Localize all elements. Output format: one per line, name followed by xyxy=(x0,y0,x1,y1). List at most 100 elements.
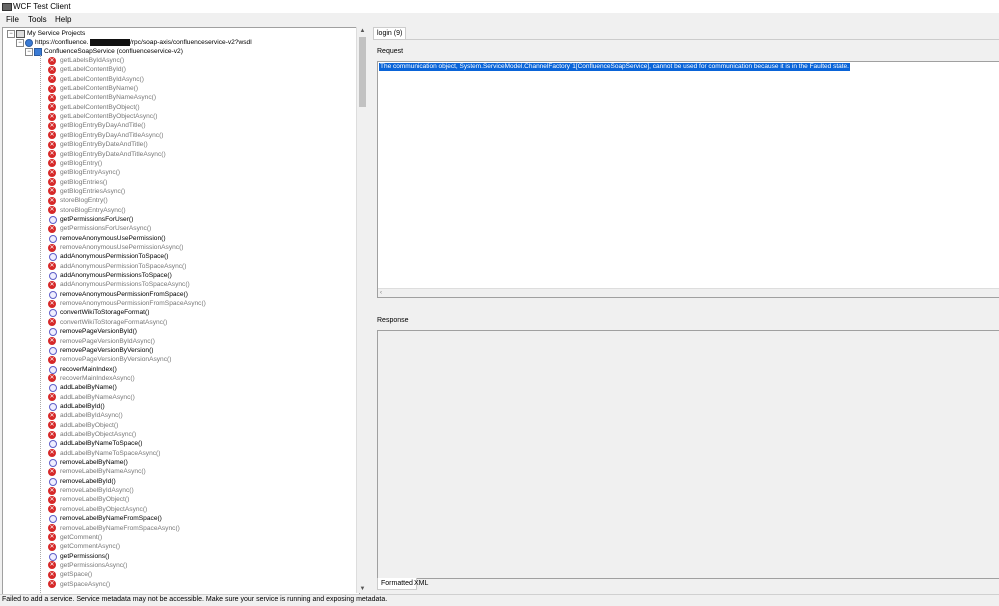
tree-operation-item[interactable]: ✕ removeLabelByObjectAsync() xyxy=(3,505,359,514)
operation-label: removeLabelByIdAsync() xyxy=(60,487,134,495)
tree-operation-item[interactable]: ✕ getLabelContentById() xyxy=(3,65,359,74)
tree-operation-item[interactable]: addLabelByNameToSpace() xyxy=(3,439,359,449)
menu-file[interactable]: File xyxy=(6,15,19,24)
tree-operation-item[interactable]: ✕ recoverMainIndexAsync() xyxy=(3,374,359,383)
operation-icon xyxy=(49,552,57,561)
tree-operation-item[interactable]: ✕ getComment() xyxy=(3,533,359,542)
tree-operation-item[interactable]: removeLabelById() xyxy=(3,477,359,486)
tree-operation-item[interactable]: ✕ removePageVersionByIdAsync() xyxy=(3,337,359,346)
operation-label: removeLabelByObject() xyxy=(60,496,130,504)
tree-operation-item[interactable]: removePageVersionById() xyxy=(3,327,359,337)
tree-operation-item[interactable]: convertWikiToStorageFormat() xyxy=(3,308,359,318)
tree-operation-item[interactable]: ✕ removeLabelByNameFromSpaceAsync() xyxy=(3,524,359,533)
tree-operation-item[interactable]: getPermissions() xyxy=(3,552,359,561)
tree-operation-item[interactable]: getPermissionsForUser() xyxy=(3,215,359,224)
tree-operation-item[interactable]: removeLabelByNameFromSpace() xyxy=(3,514,359,524)
request-error-text[interactable]: The communication object, System.Service… xyxy=(379,63,850,71)
collapse-icon[interactable]: − xyxy=(25,48,33,56)
tree-operation-item[interactable]: ✕ removeLabelByObject() xyxy=(3,495,359,504)
operation-label: getBlogEntriesAsync() xyxy=(60,187,126,195)
menu-help[interactable]: Help xyxy=(55,15,71,24)
scrollbar-thumb[interactable] xyxy=(359,37,366,107)
tree-operation-item[interactable]: ✕ removeAnonymousUsePermissionAsync() xyxy=(3,243,359,252)
operation-label: addAnonymousPermissionToSpace() xyxy=(60,253,169,261)
tree-operation-item[interactable]: ✕ getBlogEntriesAsync() xyxy=(3,187,359,196)
tree-operation-item[interactable]: ✕ getPermissionsForUserAsync() xyxy=(3,224,359,233)
request-horizontal-scrollbar[interactable]: ‹ xyxy=(378,288,999,297)
request-textbox[interactable]: The communication object, System.Service… xyxy=(377,61,999,298)
tab-body: Request The communication object, System… xyxy=(373,39,999,594)
error-icon: ✕ xyxy=(48,374,56,383)
tree-operation-item[interactable]: ✕ addLabelByNameToSpaceAsync() xyxy=(3,449,359,458)
tree-operation-item[interactable]: ✕ getLabelsByIdAsync() xyxy=(3,56,359,65)
operation-label: getPermissionsForUser() xyxy=(60,215,134,223)
tree-operation-item[interactable]: ✕ addLabelByObjectAsync() xyxy=(3,430,359,439)
operation-label: removePageVersionByIdAsync() xyxy=(60,337,155,345)
error-icon: ✕ xyxy=(48,187,56,196)
tree-operation-item[interactable]: ✕ getBlogEntryByDayAndTitleAsync() xyxy=(3,131,359,140)
tree-operation-item[interactable]: ✕ getLabelContentByIdAsync() xyxy=(3,75,359,84)
tree-service[interactable]: − ConfluenceSoapService (confluenceservi… xyxy=(3,47,359,56)
tree-operation-item[interactable]: ✕ removePageVersionByVersionAsync() xyxy=(3,355,359,364)
operation-panel: login (9) Request The communication obje… xyxy=(371,27,999,594)
tree-operation-item[interactable]: ✕ getLabelContentByObject() xyxy=(3,103,359,112)
tree-operation-item[interactable]: ✕ getBlogEntryByDateAndTitleAsync() xyxy=(3,150,359,159)
scroll-down-arrow-icon[interactable]: ▼ xyxy=(359,585,366,593)
tree-operation-item[interactable]: ✕ removeLabelByIdAsync() xyxy=(3,486,359,495)
tree-operation-item[interactable]: ✕ addLabelByNameAsync() xyxy=(3,393,359,402)
tree-operation-item[interactable]: removePageVersionByVersion() xyxy=(3,346,359,355)
tree-operation-item[interactable]: ✕ getBlogEntries() xyxy=(3,178,359,187)
tree-operation-item[interactable]: addLabelByName() xyxy=(3,383,359,393)
tree-operation-item[interactable]: ✕ getBlogEntryByDateAndTitle() xyxy=(3,140,359,149)
operation-label: getBlogEntryByDayAndTitle() xyxy=(60,122,146,130)
menu-tools[interactable]: Tools xyxy=(28,15,47,24)
tree-operation-item[interactable]: ✕ addAnonymousPermissionToSpaceAsync() xyxy=(3,262,359,271)
error-icon: ✕ xyxy=(48,533,56,542)
tree-operation-item[interactable]: removeLabelByName() xyxy=(3,458,359,468)
tree-operation-item[interactable]: ✕ getBlogEntryByDayAndTitle() xyxy=(3,121,359,130)
response-panel[interactable] xyxy=(377,330,999,579)
tree-operation-item[interactable]: addLabelById() xyxy=(3,402,359,411)
error-icon: ✕ xyxy=(48,318,56,327)
tree-operation-item[interactable]: ✕ getPermissionsAsync() xyxy=(3,561,359,570)
tree-operation-item[interactable]: removeAnonymousUsePermission() xyxy=(3,234,359,243)
tree-operation-item[interactable]: ✕ getLabelContentByNameAsync() xyxy=(3,93,359,102)
service-tree-pane[interactable]: − My Service Projects − https://confluen… xyxy=(2,27,360,595)
tree-operation-item[interactable]: ✕ removeAnonymousPermissionFromSpaceAsync… xyxy=(3,299,359,308)
tree-operation-item[interactable]: ✕ getLabelContentByName() xyxy=(3,84,359,93)
tree-vertical-scrollbar[interactable]: ▲ ▼ xyxy=(356,27,368,593)
error-icon: ✕ xyxy=(48,449,56,458)
operation-label: storeBlogEntryAsync() xyxy=(60,206,126,214)
tree-operation-item[interactable]: ✕ removeLabelByNameAsync() xyxy=(3,467,359,476)
operation-label: getBlogEntry() xyxy=(60,159,103,167)
tree-operation-item[interactable]: addAnonymousPermissionToSpace() xyxy=(3,252,359,262)
tree-operation-item[interactable]: ✕ addAnonymousPermissionsToSpaceAsync() xyxy=(3,280,359,289)
tree-operation-item[interactable]: ✕ storeBlogEntryAsync() xyxy=(3,206,359,215)
error-icon: ✕ xyxy=(48,495,56,504)
collapse-icon[interactable]: − xyxy=(16,39,24,47)
tree-operation-item[interactable]: ✕ getSpace() xyxy=(3,570,359,579)
tree-operation-item[interactable]: ✕ addLabelByObject() xyxy=(3,421,359,430)
tree-operation-item[interactable]: ✕ getLabelContentByObjectAsync() xyxy=(3,112,359,121)
redaction-bar xyxy=(90,39,130,46)
error-icon: ✕ xyxy=(48,486,56,495)
scroll-left-arrow-icon[interactable]: ‹ xyxy=(380,289,382,297)
collapse-icon[interactable]: − xyxy=(7,30,15,38)
tree-operation-item[interactable]: ✕ getSpaceAsync() xyxy=(3,580,359,589)
tab-xml[interactable]: XML xyxy=(411,578,431,589)
tree-operation-item[interactable]: ✕ storeBlogEntry() xyxy=(3,196,359,205)
tree-operation-item[interactable]: ✕ convertWikiToStorageFormatAsync() xyxy=(3,318,359,327)
tree-operation-item[interactable]: addAnonymousPermissionsToSpace() xyxy=(3,271,359,281)
tree-operation-item[interactable]: ✕ addLabelByIdAsync() xyxy=(3,411,359,420)
operation-icon xyxy=(49,515,57,524)
tree-operation-item[interactable]: ✕ getBlogEntry() xyxy=(3,159,359,168)
tree-operation-item[interactable]: removeAnonymousPermissionFromSpace() xyxy=(3,290,359,299)
tree-operation-item[interactable]: recoverMainIndex() xyxy=(3,365,359,374)
tree-operation-item[interactable]: ✕ getBlogEntryAsync() xyxy=(3,168,359,177)
error-icon: ✕ xyxy=(48,224,56,233)
scroll-up-arrow-icon[interactable]: ▲ xyxy=(359,27,366,35)
tree-root[interactable]: − My Service Projects xyxy=(3,29,359,38)
tree-endpoint[interactable]: − https://confluence. /rpc/soap-axis/con… xyxy=(3,38,359,47)
error-icon: ✕ xyxy=(48,103,56,112)
tree-operation-item[interactable]: ✕ getCommentAsync() xyxy=(3,542,359,551)
